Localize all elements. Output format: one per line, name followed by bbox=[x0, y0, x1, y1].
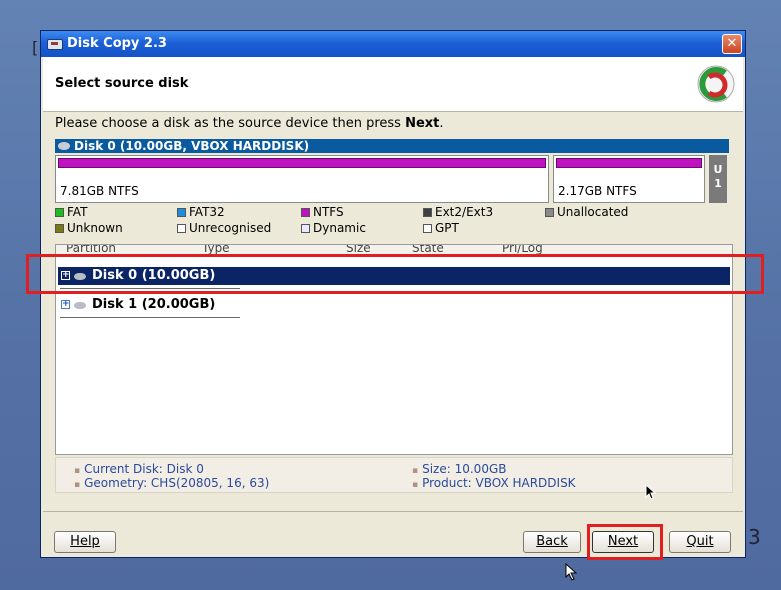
unallocated-tab-label: U 1 bbox=[713, 163, 723, 190]
close-icon: ✕ bbox=[726, 36, 738, 51]
partition-legend: FAT FAT32 NTFS Ext2/Ext3 Unallocated Unk… bbox=[55, 205, 735, 239]
title-bar[interactable]: Disk Copy 2.3 ✕ bbox=[41, 31, 745, 57]
window-title: Disk Copy 2.3 bbox=[67, 36, 167, 51]
tree-row-label: Disk 1 (20.00GB) bbox=[92, 297, 216, 312]
help-button-label: Help bbox=[70, 534, 100, 549]
info-current-disk: Current Disk: Disk 0 bbox=[74, 462, 204, 476]
expand-icon[interactable]: + bbox=[61, 271, 70, 280]
desktop-icon-fragment: [ bbox=[32, 38, 39, 57]
legend-fat: FAT bbox=[55, 205, 87, 219]
info-size: Size: 10.00GB bbox=[412, 462, 506, 476]
legend-unknown: Unknown bbox=[55, 221, 123, 235]
column-state[interactable]: State bbox=[412, 245, 444, 255]
legend-unknown-label: Unknown bbox=[67, 221, 123, 235]
partition-label-2: 2.17GB NTFS bbox=[558, 184, 637, 198]
wizard-header: Select source disk bbox=[43, 57, 743, 112]
legend-ext-label: Ext2/Ext3 bbox=[435, 205, 494, 219]
unknown-swatch-icon bbox=[55, 224, 64, 233]
hard-disk-icon bbox=[74, 302, 86, 309]
hard-disk-icon bbox=[58, 142, 70, 150]
disk-info-panel: Current Disk: Disk 0 Geometry: CHS(20805… bbox=[55, 457, 733, 493]
quit-button-label: Quit bbox=[686, 534, 714, 549]
legend-fat32-label: FAT32 bbox=[189, 205, 225, 219]
column-type[interactable]: Type bbox=[202, 245, 230, 255]
footer-separator bbox=[43, 511, 743, 512]
fat-swatch-icon bbox=[55, 208, 64, 217]
selected-disk-bar: Disk 0 (10.00GB, VBOX HARDDISK) bbox=[55, 139, 729, 153]
gpt-swatch-icon bbox=[423, 224, 432, 233]
partition-block-1[interactable]: 7.81GB NTFS bbox=[55, 155, 549, 203]
legend-fat-label: FAT bbox=[67, 205, 88, 219]
legend-ntfs: NTFS bbox=[301, 205, 344, 219]
mouse-pointer-icon bbox=[645, 484, 657, 500]
desktop-icon-fragment-right: 3 bbox=[748, 525, 761, 549]
legend-unrecognised: Unrecognised bbox=[177, 221, 271, 235]
legend-ext: Ext2/Ext3 bbox=[423, 205, 493, 219]
help-button[interactable]: Help bbox=[54, 531, 116, 553]
expand-icon[interactable]: + bbox=[61, 300, 70, 309]
legend-unallocated-label: Unallocated bbox=[557, 205, 629, 219]
info-geometry: Geometry: CHS(20805, 16, 63) bbox=[74, 476, 269, 490]
legend-ntfs-label: NTFS bbox=[313, 205, 344, 219]
instruction-text: Please choose a disk as the source devic… bbox=[55, 116, 444, 131]
disk-copy-window: Disk Copy 2.3 ✕ Select source disk Pleas… bbox=[40, 30, 746, 558]
tree-row-label: Disk 0 (10.00GB) bbox=[92, 268, 216, 283]
fat32-swatch-icon bbox=[177, 208, 186, 217]
row-separator bbox=[60, 288, 240, 289]
page-title: Select source disk bbox=[55, 76, 189, 91]
instruction-suffix: . bbox=[439, 116, 444, 131]
partition-fill-2 bbox=[556, 158, 702, 168]
info-product: Product: VBOX HARDDISK bbox=[412, 476, 575, 490]
ext-swatch-icon bbox=[423, 208, 432, 217]
partition-block-2[interactable]: 2.17GB NTFS bbox=[553, 155, 705, 203]
unallocated-tab[interactable]: U 1 bbox=[709, 155, 727, 203]
hard-disk-icon bbox=[74, 273, 86, 280]
disk-tree[interactable]: Partition Type Size State Pri/Log + Disk… bbox=[55, 244, 733, 455]
column-size[interactable]: Size bbox=[346, 245, 371, 255]
partition-fill-1 bbox=[58, 158, 546, 168]
quit-button[interactable]: Quit bbox=[669, 531, 731, 553]
legend-gpt-label: GPT bbox=[435, 221, 459, 235]
row-separator bbox=[60, 317, 240, 318]
partition-label-1: 7.81GB NTFS bbox=[60, 184, 139, 198]
app-logo-icon bbox=[697, 65, 735, 103]
legend-unrecognised-label: Unrecognised bbox=[189, 221, 272, 235]
instruction-prefix: Please choose a disk as the source devic… bbox=[55, 116, 406, 131]
legend-dynamic-label: Dynamic bbox=[313, 221, 366, 235]
tree-row-disk-0[interactable]: + Disk 0 (10.00GB) bbox=[58, 267, 730, 285]
unallocated-swatch-icon bbox=[545, 208, 554, 217]
dynamic-swatch-icon bbox=[301, 224, 310, 233]
back-button[interactable]: Back bbox=[523, 531, 581, 553]
tree-row-disk-1[interactable]: + Disk 1 (20.00GB) bbox=[58, 296, 730, 314]
selected-disk-label: Disk 0 (10.00GB, VBOX HARDDISK) bbox=[74, 139, 310, 153]
legend-gpt: GPT bbox=[423, 221, 459, 235]
legend-fat32: FAT32 bbox=[177, 205, 225, 219]
partition-map: 7.81GB NTFS 2.17GB NTFS U 1 bbox=[55, 155, 729, 205]
unrecognised-swatch-icon bbox=[177, 224, 186, 233]
next-button[interactable]: Next bbox=[592, 531, 654, 553]
back-button-label: Back bbox=[536, 534, 568, 549]
instruction-next-word: Next bbox=[405, 116, 440, 131]
disk-copy-app-icon bbox=[47, 39, 63, 50]
column-partition[interactable]: Partition bbox=[66, 245, 116, 255]
mouse-pointer-outline-icon bbox=[565, 563, 578, 581]
ntfs-swatch-icon bbox=[301, 208, 310, 217]
next-button-label: Next bbox=[607, 534, 639, 549]
legend-dynamic: Dynamic bbox=[301, 221, 366, 235]
column-pri-log[interactable]: Pri/Log bbox=[502, 245, 543, 255]
close-button[interactable]: ✕ bbox=[722, 34, 742, 54]
legend-unallocated: Unallocated bbox=[545, 205, 628, 219]
column-header: Partition Type Size State Pri/Log bbox=[56, 245, 732, 256]
